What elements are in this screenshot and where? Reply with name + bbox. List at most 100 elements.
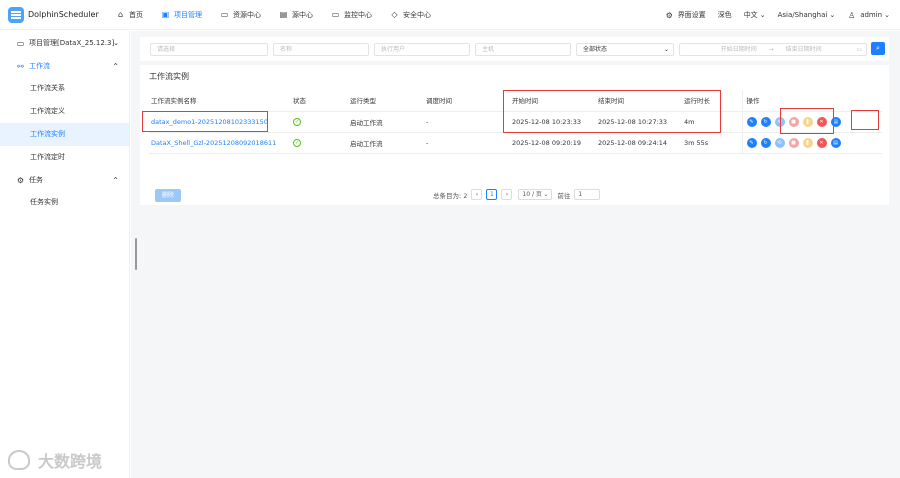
duration-cell: 3m 55s — [682, 132, 742, 154]
nav-security[interactable]: ◇ 安全中心 — [390, 0, 431, 30]
gear-icon: ⚙ — [16, 175, 25, 185]
rerun-button[interactable]: ↻ — [760, 116, 771, 127]
user-menu[interactable]: ♙ admin ⌄ — [847, 11, 890, 20]
app-logo[interactable]: DolphinScheduler — [8, 6, 106, 23]
sidebar-item-workflow-relation[interactable]: 工作流关系 — [0, 77, 129, 100]
page-1-button[interactable]: 1 — [486, 189, 498, 200]
nav-home[interactable]: ⌂ 首页 — [116, 0, 143, 30]
monitor-icon: ▭ — [331, 10, 340, 19]
sidebar-item-workflow-definition[interactable]: 工作流定义 — [0, 100, 129, 123]
col-state: 状态 — [291, 90, 348, 112]
delete-row-button[interactable]: ✕ — [816, 137, 827, 148]
project-name: 项目管理[DataX_25.12.3] — [29, 39, 115, 47]
nav-resource-label: 资源中心 — [233, 10, 261, 19]
nav-monitor[interactable]: ▭ 监控中心 — [331, 0, 372, 30]
ui-settings-button[interactable]: ⚙ 界面设置 — [665, 10, 706, 20]
header-tools: ⚙ 界面设置 深色 中文 ⌄ Asia/Shanghai ⌄ ♙ admin ⌄ — [653, 0, 890, 30]
user-label: admin — [860, 11, 883, 19]
sidebar-group-workflow[interactable]: ⚯ 工作流 ⌃ — [0, 55, 129, 77]
sidebar-group-task-label: 任务 — [29, 176, 43, 184]
nav-monitor-label: 监控中心 — [344, 10, 372, 19]
rerun-icon: ↻ — [763, 139, 768, 146]
watermark: 大数跨境 — [8, 448, 102, 472]
pause-button[interactable]: ❚ — [802, 137, 813, 148]
schedule-time-cell: - — [424, 132, 510, 154]
edit-button[interactable]: ✎ — [746, 116, 757, 127]
instance-name-link[interactable]: DataX_Shell_Gzl-20251208092018611 — [149, 132, 291, 154]
run-type-cell: 启动工作流 — [348, 132, 424, 154]
dolphin-logo-icon — [8, 6, 24, 23]
col-run-type: 运行类型 — [348, 90, 424, 112]
prev-page-button[interactable]: ‹ — [471, 189, 483, 200]
theme-toggle[interactable]: 深色 — [718, 10, 732, 20]
nav-security-label: 安全中心 — [403, 10, 431, 19]
stop-icon: ■ — [791, 139, 796, 146]
sidebar-item-workflow-instance[interactable]: 工作流实例 — [0, 123, 129, 146]
project-icon: ▣ — [161, 10, 170, 19]
chevron-down-icon: ⌄ — [663, 45, 669, 53]
goto-page-input[interactable]: 1 — [574, 189, 601, 200]
trash-icon: ✕ — [819, 139, 824, 146]
gantt-button[interactable]: ▤ — [830, 137, 841, 148]
host-input[interactable]: 主机 — [475, 42, 571, 56]
chevron-down-icon: ⌄ — [884, 11, 890, 19]
sidebar-item-task-instance[interactable]: 任务实例 — [0, 191, 129, 214]
recover-icon: ⟲ — [777, 139, 782, 146]
success-icon: ✓ — [293, 139, 301, 147]
workflow-definition-select[interactable]: 请选择 — [150, 42, 268, 56]
actions-cell: ✎ ↻ ⟲ ■ ❚ ✕ ▤ — [741, 132, 882, 154]
success-icon: ✓ — [293, 118, 301, 126]
chevron-down-icon: ⌄ — [113, 39, 119, 47]
end-time-cell: 2025-12-08 09:24:14 — [596, 132, 682, 154]
timezone-select[interactable]: Asia/Shanghai ⌄ — [778, 11, 836, 19]
next-page-button[interactable]: › — [501, 189, 513, 200]
language-select[interactable]: 中文 ⌄ — [744, 10, 766, 20]
gear-icon: ⚙ — [665, 10, 673, 20]
chevron-down-icon: ⌄ — [759, 11, 766, 19]
state-select[interactable]: 全部状态 ⌄ — [576, 42, 674, 56]
sidebar-resize-handle[interactable] — [135, 238, 137, 270]
batch-delete-button[interactable]: 删除 — [155, 189, 181, 202]
watermark-logo-icon — [8, 450, 30, 470]
goto-label: 前往 — [557, 191, 571, 200]
executor-input[interactable]: 执行用户 — [374, 42, 470, 56]
date-range-picker[interactable]: 开始日期时间 → 结束日期时间 ▭ — [679, 42, 867, 56]
table-row: DataX_Shell_Gzl-20251208092018611 ✓ 启动工作… — [149, 132, 882, 154]
recover-failed-button[interactable]: ⟲ — [774, 137, 785, 148]
chevron-up-icon: ⌃ — [112, 175, 119, 185]
stop-button[interactable]: ■ — [788, 137, 799, 148]
workflow-instance-card: 工作流实例 工作流实例名称 状态 运行类型 调度时间 开始时间 结束时间 运行时… — [140, 65, 889, 205]
arrow-icon: → — [768, 45, 774, 53]
gantt-icon: ▤ — [833, 139, 838, 146]
rerun-button[interactable]: ↻ — [760, 137, 771, 148]
nav-home-label: 首页 — [129, 10, 143, 19]
card-title: 工作流实例 — [149, 72, 189, 81]
sidebar-item-workflow-timing[interactable]: 工作流定时 — [0, 146, 129, 169]
highlight-action-buttons — [780, 108, 834, 134]
workflow-icon: ⚯ — [17, 61, 24, 71]
name-input[interactable]: 名称 — [273, 42, 369, 56]
nav-datasource-label: 源中心 — [292, 10, 313, 19]
pagination: 总条目为: 2 ‹ 1 › 10 / 页 ⌄ 前往 1 — [433, 189, 601, 200]
state-cell: ✓ — [291, 111, 348, 133]
search-button[interactable]: ⌕ — [871, 42, 885, 55]
filter-bar: 请选择 名称 执行用户 主机 全部状态 ⌄ 开始日期时间 → 结束日期时间 ▭ ⌕ — [140, 37, 889, 61]
ui-settings-label: 界面设置 — [677, 11, 706, 19]
calendar-icon: ▭ — [856, 45, 862, 53]
page-size-select[interactable]: 10 / 页 ⌄ — [518, 189, 553, 200]
language-label: 中文 — [743, 11, 758, 19]
user-icon: ♙ — [848, 10, 856, 20]
start-time-placeholder: 开始日期时间 — [720, 45, 757, 53]
page-size-value: 10 / 页 — [522, 191, 542, 198]
chevron-down-icon: ⌄ — [829, 11, 836, 19]
sidebar-project-selector[interactable]: ▭ 项目管理[DataX_25.12.3] ⌄ — [0, 31, 129, 55]
edit-button[interactable]: ✎ — [746, 137, 757, 148]
watermark-text: 大数跨境 — [38, 452, 103, 471]
nav-project[interactable]: ▣ 项目管理 — [161, 0, 202, 30]
sidebar-group-task[interactable]: ⚙ 任务 ⌃ — [0, 169, 129, 191]
nav-resource[interactable]: ▭ 资源中心 — [220, 0, 261, 30]
sidebar: ▭ 项目管理[DataX_25.12.3] ⌄ ⚯ 工作流 ⌃ 工作流关系 工作… — [0, 31, 130, 478]
schedule-time-cell: - — [424, 111, 510, 133]
nav-datasource[interactable]: ▤ 源中心 — [279, 0, 313, 30]
col-name: 工作流实例名称 — [149, 90, 291, 112]
